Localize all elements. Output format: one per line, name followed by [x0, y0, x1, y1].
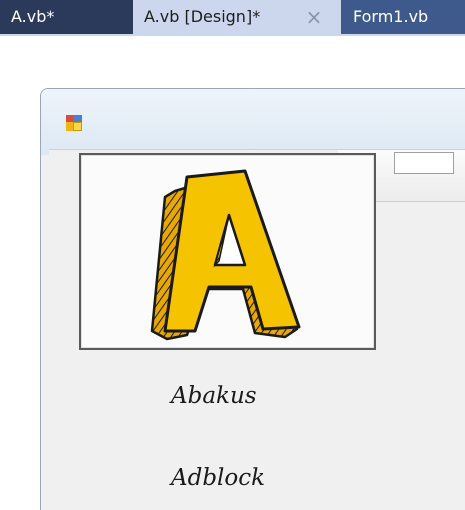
tab-a-vb[interactable]: A.vb* — [0, 0, 133, 34]
tab-form1-vb[interactable]: Form1.vb — [341, 0, 465, 34]
form-titlebar[interactable] — [41, 89, 465, 155]
toolstrip-textbox[interactable] — [394, 152, 454, 174]
picture-box[interactable] — [79, 153, 376, 350]
tab-a-vb-design[interactable]: A.vb [Design]* × — [133, 0, 341, 34]
letter-a-logo-icon — [150, 169, 301, 341]
document-tab-strip: A.vb* A.vb [Design]* × Form1.vb — [0, 0, 465, 36]
close-icon[interactable]: × — [302, 0, 326, 34]
form-client-area: Abakus Adblock — [49, 149, 465, 510]
form-app-icon — [66, 115, 82, 131]
tab-label: Form1.vb — [353, 7, 429, 26]
list-item-adblock[interactable]: Adblock — [171, 465, 265, 491]
designer-surface: Abakus Adblock — [0, 38, 465, 510]
tab-label: A.vb [Design]* — [144, 7, 261, 26]
list-item-abakus[interactable]: Abakus — [171, 383, 257, 409]
tab-label: A.vb* — [11, 7, 55, 26]
